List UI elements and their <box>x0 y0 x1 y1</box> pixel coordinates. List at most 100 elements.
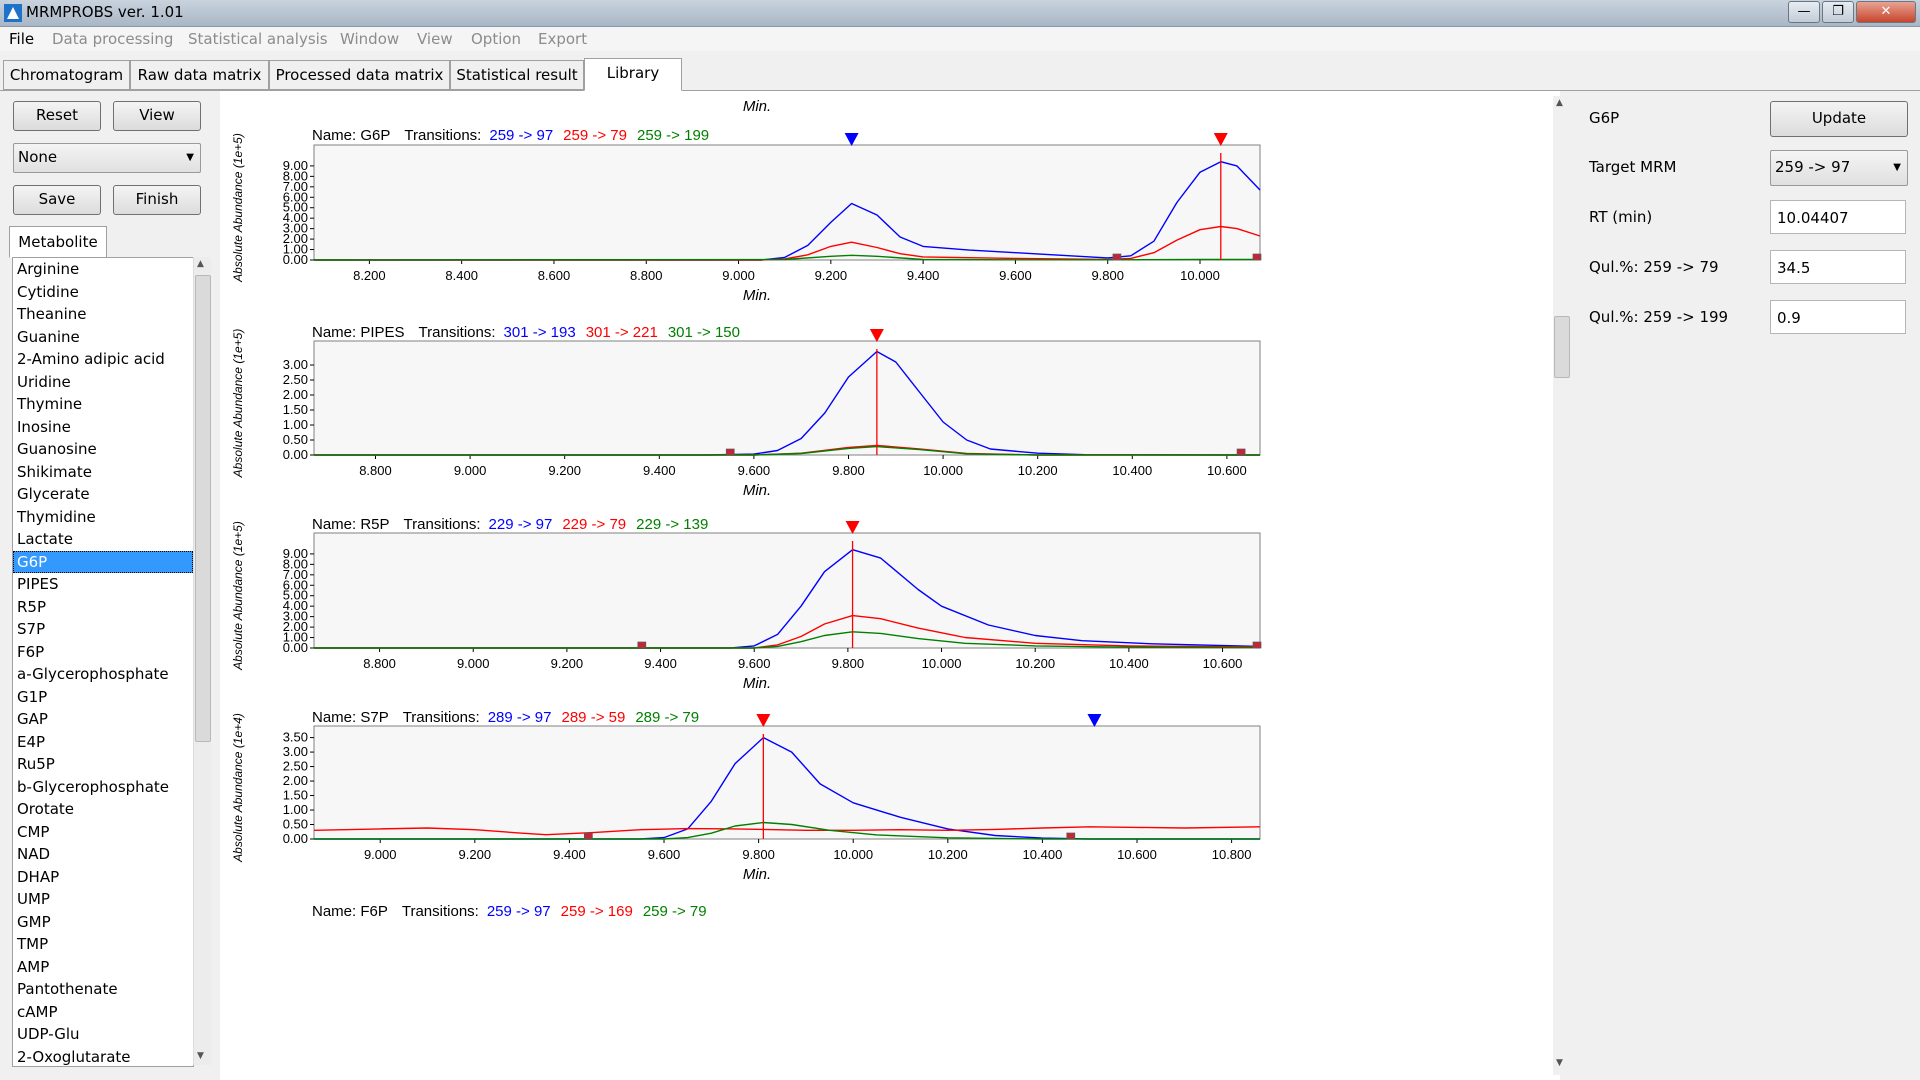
rt-marker-triangle-icon[interactable] <box>756 714 771 727</box>
peak-edge-marker[interactable] <box>583 832 593 840</box>
view-button[interactable]: View <box>113 101 201 131</box>
chromatogram-panel[interactable]: Min. Name: G6P Transitions: 259 -> 97 259 ->… <box>220 91 1560 1080</box>
rt-marker-triangle-icon[interactable] <box>845 521 860 534</box>
rt-marker-triangle-icon[interactable] <box>869 329 884 342</box>
scroll-down-icon[interactable]: ▼ <box>1556 1058 1563 1068</box>
scrollbar-thumb[interactable] <box>1554 316 1570 378</box>
peak-edge-marker[interactable] <box>1252 253 1262 261</box>
list-item[interactable]: PIPES <box>13 573 193 596</box>
list-item[interactable]: cAMP <box>13 1001 193 1024</box>
list-item[interactable]: a-Glycerophosphate <box>13 663 193 686</box>
minimize-button[interactable]: — <box>1788 1 1820 23</box>
list-item[interactable]: DHAP <box>13 866 193 889</box>
update-button[interactable]: Update <box>1770 101 1908 137</box>
tab-library[interactable]: Library <box>584 58 682 91</box>
list-item[interactable]: Theanine <box>13 303 193 326</box>
menu-view[interactable]: View <box>417 30 453 48</box>
alt-peak-marker-icon[interactable] <box>844 133 859 146</box>
list-item[interactable]: Uridine <box>13 371 193 394</box>
peak-edge-marker[interactable] <box>1066 832 1076 840</box>
list-item[interactable]: UDP-Glu <box>13 1023 193 1046</box>
list-item[interactable]: CMP <box>13 821 193 844</box>
menu-statistical-analysis[interactable]: Statistical analysis <box>188 30 328 48</box>
list-item[interactable]: R5P <box>13 596 193 619</box>
alt-peak-marker-icon[interactable] <box>1087 714 1102 727</box>
list-item[interactable]: F6P <box>13 641 193 664</box>
scroll-up-icon[interactable]: ▲ <box>1556 98 1563 108</box>
list-item[interactable]: GMP <box>13 911 193 934</box>
peak-edge-marker[interactable] <box>1112 253 1122 261</box>
chart-0[interactable]: Name: G6P Transitions: 259 -> 97 259 -> 79 2… <box>231 127 1262 304</box>
menu-file[interactable]: File <box>9 30 34 48</box>
metabolite-list-scrollbar[interactable]: ▲ ▼ <box>193 257 211 1065</box>
maximize-button[interactable]: ❐ <box>1822 1 1854 23</box>
list-item[interactable]: Guanine <box>13 326 193 349</box>
filter-dropdown[interactable]: None ▼ <box>13 143 201 173</box>
qualifier-2-input[interactable]: 0.9 <box>1770 300 1906 334</box>
list-item[interactable]: Guanosine <box>13 438 193 461</box>
plot-area[interactable] <box>313 340 1261 456</box>
list-item[interactable]: AMP <box>13 956 193 979</box>
x-tick-label: 9.800 <box>1091 268 1124 283</box>
rt-input[interactable]: 10.04407 <box>1770 200 1906 234</box>
x-tick-label: 8.800 <box>630 268 663 283</box>
tab-statistical-result[interactable]: Statistical result <box>450 60 584 90</box>
legend-entry: 289 -> 79 <box>635 709 699 726</box>
peak-edge-marker[interactable] <box>1252 641 1262 649</box>
save-button[interactable]: Save <box>13 185 101 215</box>
plot-area[interactable] <box>313 725 1261 840</box>
list-item[interactable]: G1P <box>13 686 193 709</box>
list-item[interactable]: Lactate <box>13 528 193 551</box>
scrollbar-thumb[interactable] <box>195 275 211 742</box>
list-item[interactable]: TMP <box>13 933 193 956</box>
list-item[interactable]: Thymine <box>13 393 193 416</box>
list-item[interactable]: b-Glycerophosphate <box>13 776 193 799</box>
y-tick-label: 0.00 <box>283 831 308 846</box>
menu-data-processing[interactable]: Data processing <box>52 30 173 48</box>
chart-1[interactable]: Name: PIPES Transitions: 301 -> 193 301 -> … <box>231 324 1261 499</box>
menu-export[interactable]: Export <box>538 30 587 48</box>
tab-metabolite[interactable]: Metabolite <box>9 226 107 258</box>
plot-area[interactable] <box>313 144 1261 261</box>
metabolite-list[interactable]: Arginine Cytidine Theanine Guanine 2-Amino a… <box>12 257 194 1067</box>
reset-button[interactable]: Reset <box>13 101 101 131</box>
list-item[interactable]: S7P <box>13 618 193 641</box>
chromatogram-scrollbar[interactable]: ▲ ▼ <box>1553 96 1570 1075</box>
list-item[interactable]: 2-Oxoglutarate <box>13 1046 193 1067</box>
peak-edge-marker[interactable] <box>1236 448 1246 456</box>
plot-area[interactable] <box>313 532 1261 649</box>
list-item[interactable]: G6P <box>13 550 193 573</box>
list-item[interactable]: GAP <box>13 708 193 731</box>
peak-edge-marker[interactable] <box>637 641 647 649</box>
list-item[interactable]: Shikimate <box>13 461 193 484</box>
tab-raw-data-matrix[interactable]: Raw data matrix <box>130 60 269 90</box>
menu-window[interactable]: Window <box>340 30 399 48</box>
tab-chromatogram[interactable]: Chromatogram <box>3 60 130 90</box>
close-button[interactable]: ✕ <box>1856 1 1916 23</box>
chart-3[interactable]: Name: S7P Transitions: 289 -> 97 289 -> 59 2… <box>231 709 1261 883</box>
list-item[interactable]: Glycerate <box>13 483 193 506</box>
finish-button[interactable]: Finish <box>113 185 201 215</box>
menu-option[interactable]: Option <box>471 30 521 48</box>
list-item[interactable]: UMP <box>13 888 193 911</box>
peak-edge-marker[interactable] <box>725 448 735 456</box>
tab-processed-data-matrix[interactable]: Processed data matrix <box>269 60 450 90</box>
qualifier-1-input[interactable]: 34.5 <box>1770 250 1906 284</box>
list-item[interactable]: 2-Amino adipic acid <box>13 348 193 371</box>
list-item[interactable]: Ru5P <box>13 753 193 776</box>
list-item[interactable]: Inosine <box>13 416 193 439</box>
list-item[interactable]: Pantothenate <box>13 978 193 1001</box>
chart-4[interactable]: Name: F6P Transitions: 259 -> 97 259 -> 169… <box>312 903 707 920</box>
list-item[interactable]: E4P <box>13 731 193 754</box>
list-item[interactable]: NAD <box>13 843 193 866</box>
scroll-up-icon[interactable]: ▲ <box>197 259 204 269</box>
list-item[interactable]: Orotate <box>13 798 193 821</box>
scroll-down-icon[interactable]: ▼ <box>197 1051 204 1061</box>
target-mrm-dropdown[interactable]: 259 -> 97 ▼ <box>1770 150 1908 186</box>
list-item[interactable]: Arginine <box>13 258 193 281</box>
x-tick-label: 9.400 <box>553 847 586 862</box>
list-item[interactable]: Cytidine <box>13 281 193 304</box>
rt-marker-triangle-icon[interactable] <box>1213 133 1228 146</box>
list-item[interactable]: Thymidine <box>13 506 193 529</box>
chart-2[interactable]: Name: R5P Transitions: 229 -> 97 229 -> 79 2… <box>231 516 1262 692</box>
